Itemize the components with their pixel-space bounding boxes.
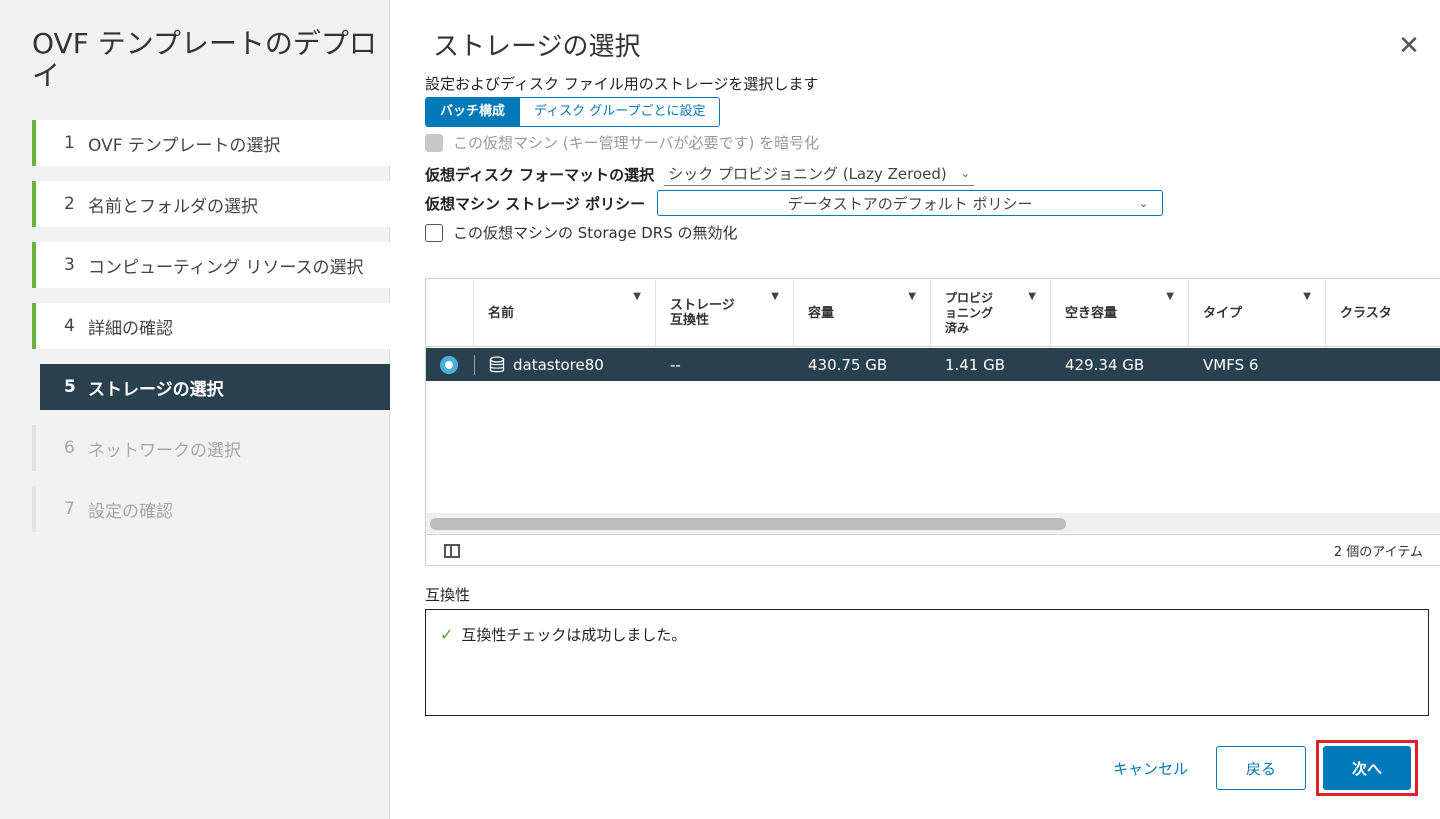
cancel-button[interactable]: キャンセル bbox=[1113, 758, 1188, 779]
step-4[interactable]: 4 詳細の確認 bbox=[32, 303, 390, 349]
storage-policy-select[interactable]: データストアのデフォルト ポリシー ⌄ bbox=[657, 190, 1164, 216]
disk-format-value: シック プロビジョニング (Lazy Zeroed) bbox=[668, 165, 947, 183]
chevron-down-icon: ⌄ bbox=[960, 167, 970, 180]
step-number: 2 bbox=[64, 194, 75, 214]
step-1[interactable]: 1 OVF テンプレートの選択 bbox=[32, 120, 390, 166]
cell-provisioned: 1.41 GB bbox=[945, 355, 1006, 374]
disk-format-select[interactable]: シック プロビジョニング (Lazy Zeroed) ⌄ bbox=[664, 162, 974, 186]
step-number: 6 bbox=[64, 438, 75, 458]
datastore-icon bbox=[489, 355, 505, 372]
cell-compat: -- bbox=[670, 355, 681, 374]
column-header-free[interactable]: 空き容量 ▼ bbox=[1051, 279, 1189, 347]
column-label: ストレージ 互換性 bbox=[670, 298, 735, 328]
step-5-current[interactable]: 5 ストレージの選択 bbox=[36, 364, 390, 410]
per-disk-group-button[interactable]: ディスク グループごとに設定 bbox=[519, 98, 720, 126]
row-select-cell bbox=[426, 348, 474, 381]
grid-footer: 2 個のアイテム bbox=[426, 534, 1440, 565]
cell-type: VMFS 6 bbox=[1203, 355, 1259, 374]
drs-checkbox[interactable] bbox=[425, 223, 443, 242]
main-panel: ストレージの選択 ✕ 設定およびディスク ファイル用のストレージを選択します バ… bbox=[391, 0, 1440, 819]
step-number: 3 bbox=[64, 255, 75, 275]
step-label: 詳細の確認 bbox=[88, 318, 173, 339]
compatibility-box: ✓ 互換性チェックは成功しました。 bbox=[425, 609, 1429, 716]
step-number: 4 bbox=[64, 316, 75, 336]
chevron-down-icon: ⌄ bbox=[1138, 196, 1149, 210]
step-label: ネットワークの選択 bbox=[88, 440, 241, 461]
filter-icon[interactable]: ▼ bbox=[633, 289, 641, 304]
column-label: クラスタ bbox=[1340, 305, 1392, 321]
column-header-provisioned[interactable]: プロビジ ョニング 済み ▼ bbox=[931, 279, 1051, 347]
column-header-name[interactable]: 名前 ▼ bbox=[474, 279, 656, 347]
table-row[interactable]: datastore80 -- 430.75 GB 1.41 GB 429.34 … bbox=[426, 348, 1440, 381]
column-label: タイプ bbox=[1203, 305, 1243, 321]
step-label: コンピューティング リソースの選択 bbox=[88, 257, 364, 278]
grid-header: 名前 ▼ ストレージ 互換性 ▼ 容量 ▼ プロビジ ョニング 済み ▼ 空き容量 ▼ タ… bbox=[426, 279, 1440, 347]
step-number: 1 bbox=[64, 133, 75, 153]
filter-icon[interactable]: ▼ bbox=[1028, 289, 1036, 304]
step-label: 名前とフォルダの選択 bbox=[88, 196, 258, 217]
column-header-capacity[interactable]: 容量 ▼ bbox=[794, 279, 931, 347]
back-button[interactable]: 戻る bbox=[1216, 746, 1306, 790]
storage-policy-row: 仮想マシン ストレージ ポリシー データストアのデフォルト ポリシー ⌄ bbox=[425, 190, 1164, 216]
drs-option: この仮想マシンの Storage DRS の無効化 bbox=[425, 222, 738, 243]
step-number: 5 bbox=[64, 377, 76, 397]
step-label: OVF テンプレートの選択 bbox=[88, 135, 281, 156]
scrollbar-thumb[interactable] bbox=[430, 518, 1066, 530]
config-mode-toggle: バッチ構成 ディスク グループごとに設定 bbox=[425, 97, 721, 127]
filter-icon[interactable]: ▼ bbox=[908, 289, 916, 304]
step-label: ストレージの選択 bbox=[88, 379, 224, 400]
step-2[interactable]: 2 名前とフォルダの選択 bbox=[32, 181, 390, 227]
compatibility-message: ✓ 互換性チェックは成功しました。 bbox=[440, 624, 686, 645]
page-title: ストレージの選択 bbox=[433, 32, 641, 62]
cell-free: 429.34 GB bbox=[1065, 355, 1145, 374]
wizard-footer: キャンセル 戻る 次へ bbox=[391, 740, 1440, 796]
storage-policy-label: 仮想マシン ストレージ ポリシー bbox=[425, 194, 646, 213]
compatibility-label: 互換性 bbox=[425, 586, 471, 604]
column-header-compat[interactable]: ストレージ 互換性 ▼ bbox=[656, 279, 794, 347]
filter-icon[interactable]: ▼ bbox=[1303, 289, 1311, 304]
step-label: 設定の確認 bbox=[88, 501, 173, 522]
item-count: 2 個のアイテム bbox=[1333, 545, 1423, 560]
column-header-type[interactable]: タイプ ▼ bbox=[1189, 279, 1326, 347]
encrypt-checkbox[interactable] bbox=[425, 133, 443, 152]
close-icon[interactable]: ✕ bbox=[1395, 32, 1423, 60]
drs-label: この仮想マシンの Storage DRS の無効化 bbox=[453, 224, 738, 242]
step-6: 6 ネットワークの選択 bbox=[32, 425, 390, 471]
cell-name: datastore80 bbox=[474, 354, 656, 375]
datastore-name: datastore80 bbox=[513, 355, 604, 374]
filter-icon[interactable]: ▼ bbox=[771, 289, 779, 304]
column-label: 名前 bbox=[488, 305, 515, 321]
encrypt-label: この仮想マシン (キー管理サーバが必要です) を暗号化 bbox=[453, 134, 820, 152]
compatibility-text: 互換性チェックは成功しました。 bbox=[461, 626, 687, 644]
disk-format-label: 仮想ディスク フォーマットの選択 bbox=[425, 165, 655, 184]
step-number: 7 bbox=[64, 499, 75, 519]
step-3[interactable]: 3 コンピューティング リソースの選択 bbox=[32, 242, 390, 288]
column-header-cluster[interactable]: クラスタ bbox=[1326, 279, 1440, 347]
column-label: プロビジ ョニング 済み bbox=[945, 290, 994, 335]
row-radio[interactable] bbox=[440, 355, 458, 374]
check-icon: ✓ bbox=[440, 625, 454, 644]
wizard-sidebar: OVF テンプレートのデプロイ 1 OVF テンプレートの選択 2 名前とフォルダの… bbox=[0, 0, 390, 819]
next-button[interactable]: 次へ bbox=[1323, 746, 1411, 790]
select-column-header bbox=[426, 279, 474, 347]
disk-format-row: 仮想ディスク フォーマットの選択 シック プロビジョニング (Lazy Zero… bbox=[425, 162, 974, 186]
column-label: 空き容量 bbox=[1065, 305, 1118, 321]
cell-capacity: 430.75 GB bbox=[808, 355, 888, 374]
batch-config-button[interactable]: バッチ構成 bbox=[426, 98, 520, 126]
storage-policy-value: データストアのデフォルト ポリシー bbox=[787, 194, 1033, 213]
column-toggle-icon[interactable] bbox=[444, 543, 460, 558]
filter-icon[interactable]: ▼ bbox=[1166, 289, 1174, 304]
wizard-title: OVF テンプレートのデプロイ bbox=[32, 27, 377, 92]
step-7: 7 設定の確認 bbox=[32, 486, 390, 532]
column-label: 容量 bbox=[808, 305, 835, 321]
wizard-steps: 1 OVF テンプレートの選択 2 名前とフォルダの選択 3 コンピューティング リソ… bbox=[32, 120, 390, 547]
encrypt-option: この仮想マシン (キー管理サーバが必要です) を暗号化 bbox=[425, 132, 819, 153]
page-subtitle: 設定およびディスク ファイル用のストレージを選択します bbox=[425, 75, 819, 93]
horizontal-scrollbar[interactable] bbox=[426, 513, 1440, 533]
cell-cluster bbox=[1326, 348, 1440, 381]
datastore-grid: 名前 ▼ ストレージ 互換性 ▼ 容量 ▼ プロビジ ョニング 済み ▼ 空き容量 ▼ タ… bbox=[425, 278, 1440, 566]
